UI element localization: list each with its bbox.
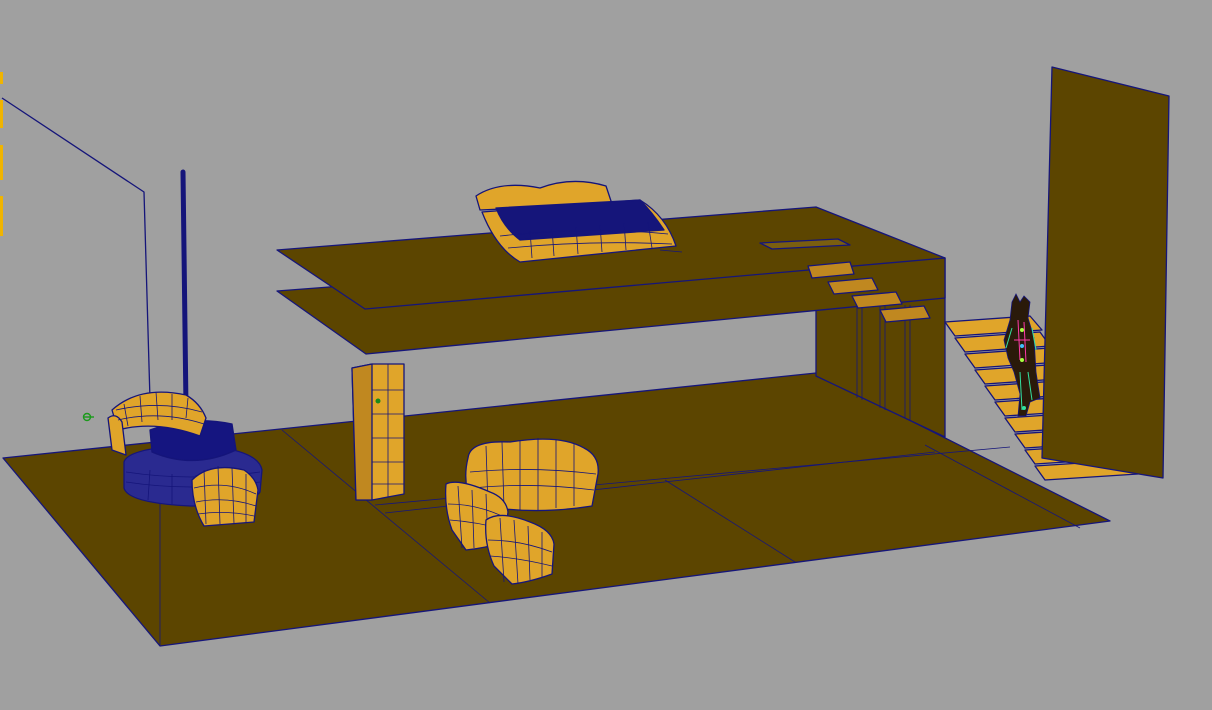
left-glass-wall[interactable] [1, 97, 151, 401]
pivot-manipulator-icon[interactable] [82, 412, 95, 422]
lamp-pole[interactable] [180, 169, 189, 411]
tall-partition-wall[interactable] [1041, 66, 1170, 479]
armchair-left-front[interactable] [191, 465, 259, 527]
wardrobe[interactable] [351, 363, 405, 501]
maya-viewport[interactable] [0, 0, 1212, 710]
scene-canvas[interactable] [0, 0, 1212, 710]
